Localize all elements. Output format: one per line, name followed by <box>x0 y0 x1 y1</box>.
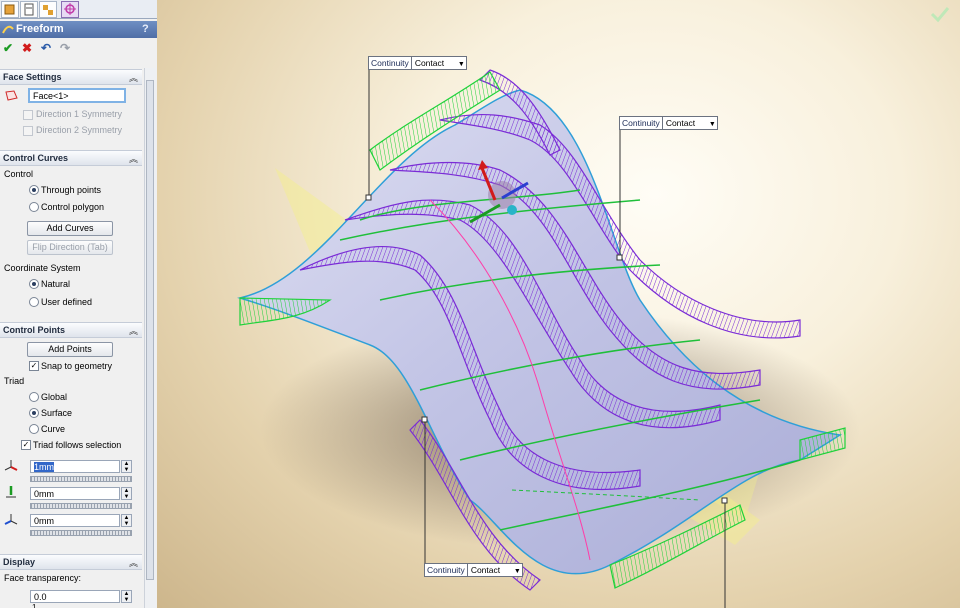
face-settings-header[interactable]: Face Settings ︽ <box>0 69 142 85</box>
freeform-feature-icon <box>2 25 14 34</box>
configuration-icon <box>43 5 53 15</box>
continuity-value[interactable]: Contact <box>468 564 514 576</box>
control-curves-title: Control Curves <box>3 153 69 163</box>
feature-title-bar: Freeform ? <box>0 21 157 38</box>
natural-label: Natural <box>41 279 71 289</box>
triad-global-label: Global <box>41 392 68 402</box>
delta-z-spinner[interactable]: ▲ ▼ <box>121 514 132 527</box>
face-transparency-secondary: 1 <box>32 603 37 608</box>
triad-follows-selection-checkbox[interactable]: ✓ <box>21 440 31 450</box>
control-curves-header[interactable]: Control Curves ︽ <box>0 150 142 166</box>
triad-label: Triad <box>4 376 25 386</box>
tab-feature-manager[interactable] <box>1 1 19 18</box>
z-direction-icon <box>4 514 18 525</box>
crosshair-icon <box>64 3 76 15</box>
feature-tree-icon <box>4 4 15 15</box>
panel-scrollbar-thumb[interactable] <box>146 80 154 580</box>
freeform-surface-view[interactable] <box>157 0 960 608</box>
property-manager-panel: Freeform ? ✔ ✖ ↶ ↷ Face Settings ︽ Face<… <box>0 0 158 608</box>
delta-x-input[interactable]: 1mm <box>30 460 120 473</box>
display-header[interactable]: Display ︽ <box>0 554 142 570</box>
control-points-header[interactable]: Control Points ︽ <box>0 322 142 338</box>
add-points-button[interactable]: Add Points <box>27 342 113 357</box>
face-transparency-label: Face transparency: <box>4 573 82 583</box>
redo-icon[interactable]: ↷ <box>60 41 70 55</box>
triad-curve-radio[interactable] <box>29 424 39 434</box>
face-transparency-spinner[interactable]: ▲ ▼ <box>121 590 132 603</box>
continuity-label: Continuity <box>620 117 663 129</box>
panel-scrollbar[interactable] <box>144 68 156 608</box>
delta-x-spinner[interactable]: ▲ ▼ <box>121 460 132 473</box>
x-direction-icon <box>4 460 18 471</box>
add-curves-button[interactable]: Add Curves <box>27 221 113 236</box>
face-selection-field[interactable]: Face<1> <box>28 88 126 103</box>
triad-global-radio[interactable] <box>29 392 39 402</box>
continuity-callout-2[interactable]: Continuity Contact ▼ <box>619 116 718 130</box>
action-buttons: ✔ ✖ ↶ ↷ <box>0 40 157 58</box>
direction1-symmetry-label: Direction 1 Symmetry <box>36 109 123 119</box>
continuity-value[interactable]: Contact <box>663 117 709 129</box>
collapse-icon: ︽ <box>128 73 138 83</box>
direction1-symmetry-checkbox[interactable] <box>23 110 33 120</box>
continuity-label: Continuity <box>369 57 412 69</box>
triad-follows-selection-label: Triad follows selection <box>33 440 122 450</box>
control-polygon-label: Control polygon <box>41 202 105 212</box>
snap-to-geometry-checkbox[interactable]: ✓ <box>29 361 39 371</box>
help-button[interactable]: ? <box>142 23 149 35</box>
display-title: Display <box>3 557 36 567</box>
dropdown-arrow-icon[interactable]: ▼ <box>458 59 466 71</box>
tab-configuration-manager[interactable] <box>39 1 57 18</box>
face-settings-title: Face Settings <box>3 72 62 82</box>
face-transparency-input[interactable]: 0.0 <box>30 590 120 603</box>
delta-y-thumbwheel[interactable] <box>30 503 132 509</box>
delta-y-spinner[interactable]: ▲ ▼ <box>121 487 132 500</box>
continuity-callout-1[interactable]: Continuity Contact ▼ <box>368 56 467 70</box>
user-defined-label: User defined <box>41 297 93 307</box>
collapse-icon: ︽ <box>128 558 138 568</box>
flip-direction-button[interactable]: Flip Direction (Tab) <box>27 240 113 255</box>
direction2-symmetry-checkbox[interactable] <box>23 126 33 136</box>
manager-tabs <box>0 0 157 19</box>
triad-surface-radio[interactable] <box>29 408 39 418</box>
through-points-label: Through points <box>41 185 102 195</box>
delta-x-value: 1mm <box>34 462 54 472</box>
cancel-icon[interactable]: ✖ <box>22 41 32 55</box>
coordinate-system-label: Coordinate System <box>4 263 81 273</box>
graphics-area[interactable]: Continuity Contact ▼ Continuity Contact ▼ Co… <box>157 0 960 608</box>
snap-to-geometry-label: Snap to geometry <box>41 361 113 371</box>
delta-z-input[interactable]: 0mm <box>30 514 120 527</box>
control-points-title: Control Points <box>3 325 65 335</box>
triad-surface-label: Surface <box>41 408 73 418</box>
continuity-label: Continuity <box>425 564 468 576</box>
y-direction-icon <box>6 486 16 498</box>
undo-icon[interactable]: ↶ <box>41 41 51 55</box>
user-defined-radio[interactable] <box>29 297 39 307</box>
delta-x-thumbwheel[interactable] <box>30 476 132 482</box>
continuity-value[interactable]: Contact <box>412 57 458 69</box>
dropdown-arrow-icon[interactable]: ▼ <box>514 566 522 578</box>
ok-icon[interactable]: ✔ <box>3 41 13 55</box>
control-label: Control <box>4 169 34 179</box>
delta-z-thumbwheel[interactable] <box>30 530 132 536</box>
continuity-callout-3[interactable]: Continuity Contact ▼ <box>424 563 523 577</box>
face-selection-icon <box>5 90 18 101</box>
through-points-radio[interactable] <box>29 185 39 195</box>
tab-dimxpert-manager[interactable] <box>61 1 79 18</box>
triad-curve-label: Curve <box>41 424 66 434</box>
triad-center[interactable] <box>507 205 517 215</box>
natural-radio[interactable] <box>29 279 39 289</box>
collapse-icon: ︽ <box>128 154 138 164</box>
confirmation-corner-ok-icon[interactable] <box>929 5 951 23</box>
property-sheet-icon <box>24 3 34 16</box>
tab-property-manager[interactable] <box>20 1 38 18</box>
control-polygon-radio[interactable] <box>29 202 39 212</box>
direction2-symmetry-label: Direction 2 Symmetry <box>36 125 123 135</box>
dropdown-arrow-icon[interactable]: ▼ <box>709 119 717 131</box>
collapse-icon: ︽ <box>128 326 138 336</box>
feature-title: Freeform <box>16 23 64 35</box>
delta-y-input[interactable]: 0mm <box>30 487 120 500</box>
